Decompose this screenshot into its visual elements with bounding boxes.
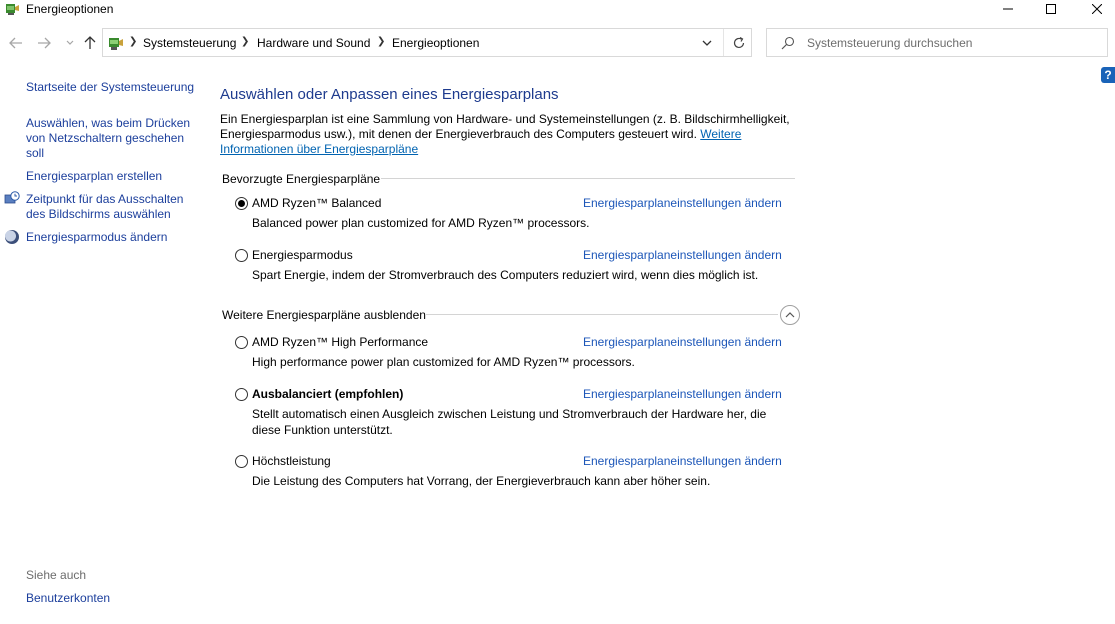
plan-name: AMD Ryzen™ High Performance: [252, 335, 429, 349]
close-button[interactable]: [1074, 0, 1115, 18]
sidebar-item-control-panel-home[interactable]: Startseite der Systemsteuerung: [26, 80, 194, 95]
sidebar-item-label-line: Auswählen, was beim Drücken: [26, 116, 191, 130]
back-button[interactable]: [8, 35, 24, 51]
sidebar-item-display-off[interactable]: Zeitpunkt für das Ausschalten des Bildsc…: [26, 192, 183, 222]
sidebar-item-power-buttons[interactable]: Auswählen, was beim Drücken von Netzscha…: [26, 116, 190, 161]
close-icon: [1092, 4, 1102, 14]
plan-name: AMD Ryzen™ Balanced: [252, 196, 382, 210]
plan-description-line: diese Funktion unterstützt.: [252, 423, 393, 437]
sidebar-item-label-line: Zeitpunkt für das Ausschalten: [26, 192, 184, 206]
chevron-down-icon: [702, 40, 712, 46]
plan-radio[interactable]: [235, 197, 248, 210]
breadcrumb-systemsteuerung[interactable]: Systemsteuerung: [143, 36, 236, 50]
breadcrumb-separator-icon: ❯: [241, 36, 250, 47]
maximize-button[interactable]: [1028, 0, 1074, 18]
navigation-bar: ❯ Systemsteuerung ❯ Hardware und Sound ❯…: [0, 27, 1115, 59]
description-line: Informationen über Energiesparpläne: [220, 142, 790, 157]
window-title: Energieoptionen: [26, 2, 114, 16]
help-icon[interactable]: ?: [1101, 67, 1115, 83]
plan-radio[interactable]: [235, 336, 248, 349]
plan-name: Energiesparmodus: [252, 248, 353, 262]
plan-name: Höchstleistung: [252, 454, 331, 468]
power-options-icon: [6, 4, 19, 15]
refresh-icon: [733, 36, 745, 49]
chevron-down-icon: [66, 40, 74, 45]
plan-description: High performance power plan customized f…: [252, 355, 635, 369]
change-plan-settings-link[interactable]: Energiesparplaneinstellungen ändern: [583, 196, 782, 210]
sidebar-item-label-line: soll: [26, 146, 45, 160]
search-placeholder: Systemsteuerung durchsuchen: [807, 36, 973, 50]
collapse-additional-plans-button[interactable]: [780, 305, 800, 325]
breadcrumb-energieoptionen[interactable]: Energieoptionen: [392, 36, 479, 50]
chevron-up-icon: [785, 312, 795, 318]
description-text: Energiesparmodus usw.), mit denen der En…: [220, 127, 697, 141]
minimize-button[interactable]: [985, 0, 1031, 18]
more-info-link[interactable]: Weitere: [700, 127, 741, 141]
change-plan-settings-link[interactable]: Energiesparplaneinstellungen ändern: [583, 248, 782, 262]
address-bar[interactable]: ❯ Systemsteuerung ❯ Hardware und Sound ❯…: [102, 28, 752, 57]
arrow-up-icon: [84, 36, 96, 49]
plan-radio[interactable]: [235, 455, 248, 468]
sidebar-item-sleep-mode[interactable]: Energiesparmodus ändern: [26, 230, 167, 245]
group-divider: [381, 178, 795, 179]
maximize-icon: [1046, 4, 1056, 14]
plan-description: Spart Energie, indem der Stromverbrauch …: [252, 268, 759, 282]
group-divider: [426, 314, 778, 315]
page-description: Ein Energiesparplan ist eine Sammlung vo…: [220, 112, 790, 157]
title-bar: Energieoptionen: [0, 0, 1115, 22]
search-icon: [781, 36, 795, 50]
see-also-heading: Siehe auch: [26, 568, 87, 582]
arrow-right-icon: [38, 37, 51, 49]
more-info-link-continued[interactable]: Informationen über Energiesparpläne: [220, 142, 418, 156]
address-dropdown-button[interactable]: [701, 35, 715, 51]
up-button[interactable]: [82, 35, 98, 51]
page-title: Auswählen oder Anpassen eines Energiespa…: [220, 86, 559, 103]
clock-monitor-icon: [4, 191, 20, 204]
plan-radio[interactable]: [235, 388, 248, 401]
plan-radio[interactable]: [235, 249, 248, 262]
hide-additional-plans-header[interactable]: Weitere Energiesparpläne ausblenden: [222, 308, 426, 322]
plan-description: Die Leistung des Computers hat Vorrang, …: [252, 474, 711, 488]
description-line: Ein Energiesparplan ist eine Sammlung vo…: [220, 112, 790, 126]
sidebar-item-label-line: des Bildschirms auswählen: [26, 207, 171, 221]
plan-description: Balanced power plan customized for AMD R…: [252, 216, 590, 230]
change-plan-settings-link[interactable]: Energiesparplaneinstellungen ändern: [583, 387, 782, 401]
minimize-icon: [1003, 8, 1013, 10]
sidebar-item-label-line: von Netzschaltern geschehen: [26, 131, 185, 145]
plan-name: Ausbalanciert (empfohlen): [252, 387, 404, 401]
address-divider: [723, 29, 724, 56]
search-box[interactable]: Systemsteuerung durchsuchen: [766, 28, 1108, 57]
control-panel-icon: [109, 38, 123, 50]
plan-description: Stellt automatisch einen Ausgleich zwisc…: [252, 406, 782, 438]
sidebar-item-create-plan[interactable]: Energiesparplan erstellen: [26, 169, 162, 184]
plan-description-line: Stellt automatisch einen Ausgleich zwisc…: [252, 407, 767, 421]
breadcrumb-hardware-und-sound[interactable]: Hardware und Sound: [257, 36, 370, 50]
forward-button[interactable]: [36, 35, 52, 51]
moon-icon: [5, 230, 19, 244]
change-plan-settings-link[interactable]: Energiesparplaneinstellungen ändern: [583, 335, 782, 349]
refresh-button[interactable]: [731, 35, 747, 51]
arrow-left-icon: [9, 37, 22, 49]
change-plan-settings-link[interactable]: Energiesparplaneinstellungen ändern: [583, 454, 782, 468]
recent-locations-button[interactable]: [62, 35, 78, 51]
see-also-user-accounts[interactable]: Benutzerkonten: [26, 591, 110, 606]
description-line: Energiesparmodus usw.), mit denen der En…: [220, 127, 790, 142]
breadcrumb-separator-icon: ❯: [129, 36, 138, 47]
preferred-plans-header: Bevorzugte Energiesparpläne: [222, 172, 381, 186]
breadcrumb-separator-icon: ❯: [377, 36, 386, 47]
